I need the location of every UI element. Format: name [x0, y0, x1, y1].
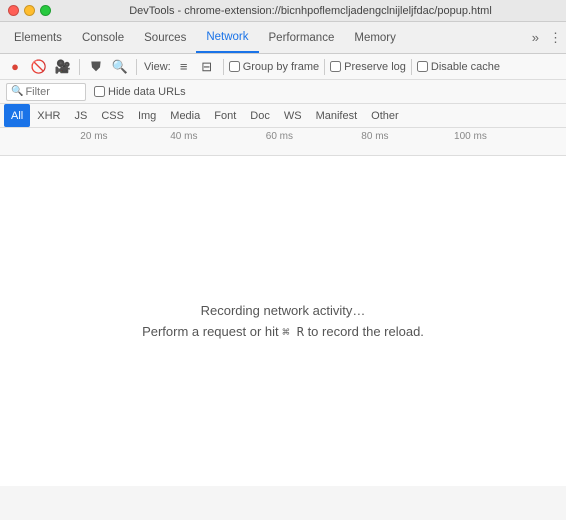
filter-tab-other[interactable]: Other	[364, 104, 406, 127]
toolbar-separator-2	[136, 59, 137, 75]
devtools-menu-button[interactable]: ⋮	[549, 30, 562, 46]
hide-data-urls-text: Hide data URLs	[108, 86, 186, 98]
disable-cache-input[interactable]	[417, 61, 428, 72]
filter-tab-manifest[interactable]: Manifest	[309, 104, 365, 127]
hint-suffix: to record the reload.	[308, 324, 424, 339]
screenshot-button[interactable]: 🎥	[52, 57, 74, 77]
filter-tab-media[interactable]: Media	[163, 104, 207, 127]
timeline-header: 20 ms 40 ms 60 ms 80 ms 100 ms	[0, 128, 566, 156]
window-title: DevTools - chrome-extension://bicnhpofle…	[63, 5, 558, 17]
preserve-log-label: Preserve log	[344, 61, 406, 73]
recording-hint: Perform a request or hit ⌘ R to record t…	[142, 324, 424, 339]
tick-100ms: 100 ms	[454, 131, 487, 142]
filter-input-wrap: 🔍	[6, 83, 86, 101]
view-icons: ≡ ⊟	[173, 57, 218, 77]
tab-performance[interactable]: Performance	[259, 22, 345, 53]
tick-40ms: 40 ms	[170, 131, 197, 142]
hint-text: Perform a request or hit	[142, 324, 279, 339]
toolbar-separator-4	[324, 59, 325, 75]
view-screenshot-button[interactable]: ⊟	[196, 57, 218, 77]
group-by-frame-input[interactable]	[229, 61, 240, 72]
filter-icon: 🔍	[11, 86, 23, 97]
filter-tab-all[interactable]: All	[4, 104, 30, 127]
preserve-log-input[interactable]	[330, 61, 341, 72]
hide-data-urls-label[interactable]: Hide data URLs	[94, 86, 186, 98]
filter-tab-ws[interactable]: WS	[277, 104, 309, 127]
record-button[interactable]: ●	[4, 57, 26, 77]
maximize-button[interactable]	[40, 5, 51, 16]
close-button[interactable]	[8, 5, 19, 16]
filter-tab-xhr[interactable]: XHR	[30, 104, 67, 127]
tick-80ms: 80 ms	[361, 131, 388, 142]
group-by-frame-checkbox[interactable]: Group by frame	[229, 61, 319, 73]
tick-60ms: 60 ms	[266, 131, 293, 142]
view-label: View:	[144, 61, 171, 73]
hint-key: ⌘ R	[282, 325, 304, 339]
tab-console[interactable]: Console	[72, 22, 134, 53]
title-bar: DevTools - chrome-extension://bicnhpofle…	[0, 0, 566, 22]
filter-button[interactable]: ⛊	[85, 57, 107, 77]
filter-tab-doc[interactable]: Doc	[243, 104, 277, 127]
view-list-button[interactable]: ≡	[173, 57, 195, 77]
recording-text: Recording network activity…	[201, 303, 366, 318]
stop-recording-button[interactable]: 🚫	[28, 57, 50, 77]
tabs-row: Elements Console Sources Network Perform…	[0, 22, 566, 54]
tab-elements[interactable]: Elements	[4, 22, 72, 53]
search-button[interactable]: 🔍	[109, 57, 131, 77]
disable-cache-checkbox[interactable]: Disable cache	[417, 61, 500, 73]
filter-tab-css[interactable]: CSS	[94, 104, 131, 127]
filter-input[interactable]	[25, 86, 80, 98]
hide-data-urls-checkbox[interactable]	[94, 86, 105, 97]
disable-cache-label: Disable cache	[431, 61, 500, 73]
filter-tab-js[interactable]: JS	[67, 104, 94, 127]
minimize-button[interactable]	[24, 5, 35, 16]
filter-row: 🔍 Hide data URLs	[0, 80, 566, 104]
tab-sources[interactable]: Sources	[134, 22, 196, 53]
group-by-frame-label: Group by frame	[243, 61, 319, 73]
timeline-ticks: 20 ms 40 ms 60 ms 80 ms 100 ms	[4, 131, 566, 151]
filter-tab-img[interactable]: Img	[131, 104, 163, 127]
filter-tab-font[interactable]: Font	[207, 104, 243, 127]
toolbar-row: ● 🚫 🎥 ⛊ 🔍 View: ≡ ⊟ Group by frame Prese…	[0, 54, 566, 80]
traffic-lights	[8, 5, 51, 16]
more-tabs-button[interactable]: »	[526, 30, 545, 45]
filter-tabs-row: All XHR JS CSS Img Media Font Doc WS Man…	[0, 104, 566, 128]
toolbar-separator-1	[79, 59, 80, 75]
preserve-log-checkbox[interactable]: Preserve log	[330, 61, 406, 73]
main-content: Recording network activity… Perform a re…	[0, 156, 566, 486]
toolbar-separator-3	[223, 59, 224, 75]
tab-memory[interactable]: Memory	[344, 22, 406, 53]
tick-20ms: 20 ms	[80, 131, 107, 142]
tab-network[interactable]: Network	[196, 22, 258, 53]
toolbar-separator-5	[411, 59, 412, 75]
